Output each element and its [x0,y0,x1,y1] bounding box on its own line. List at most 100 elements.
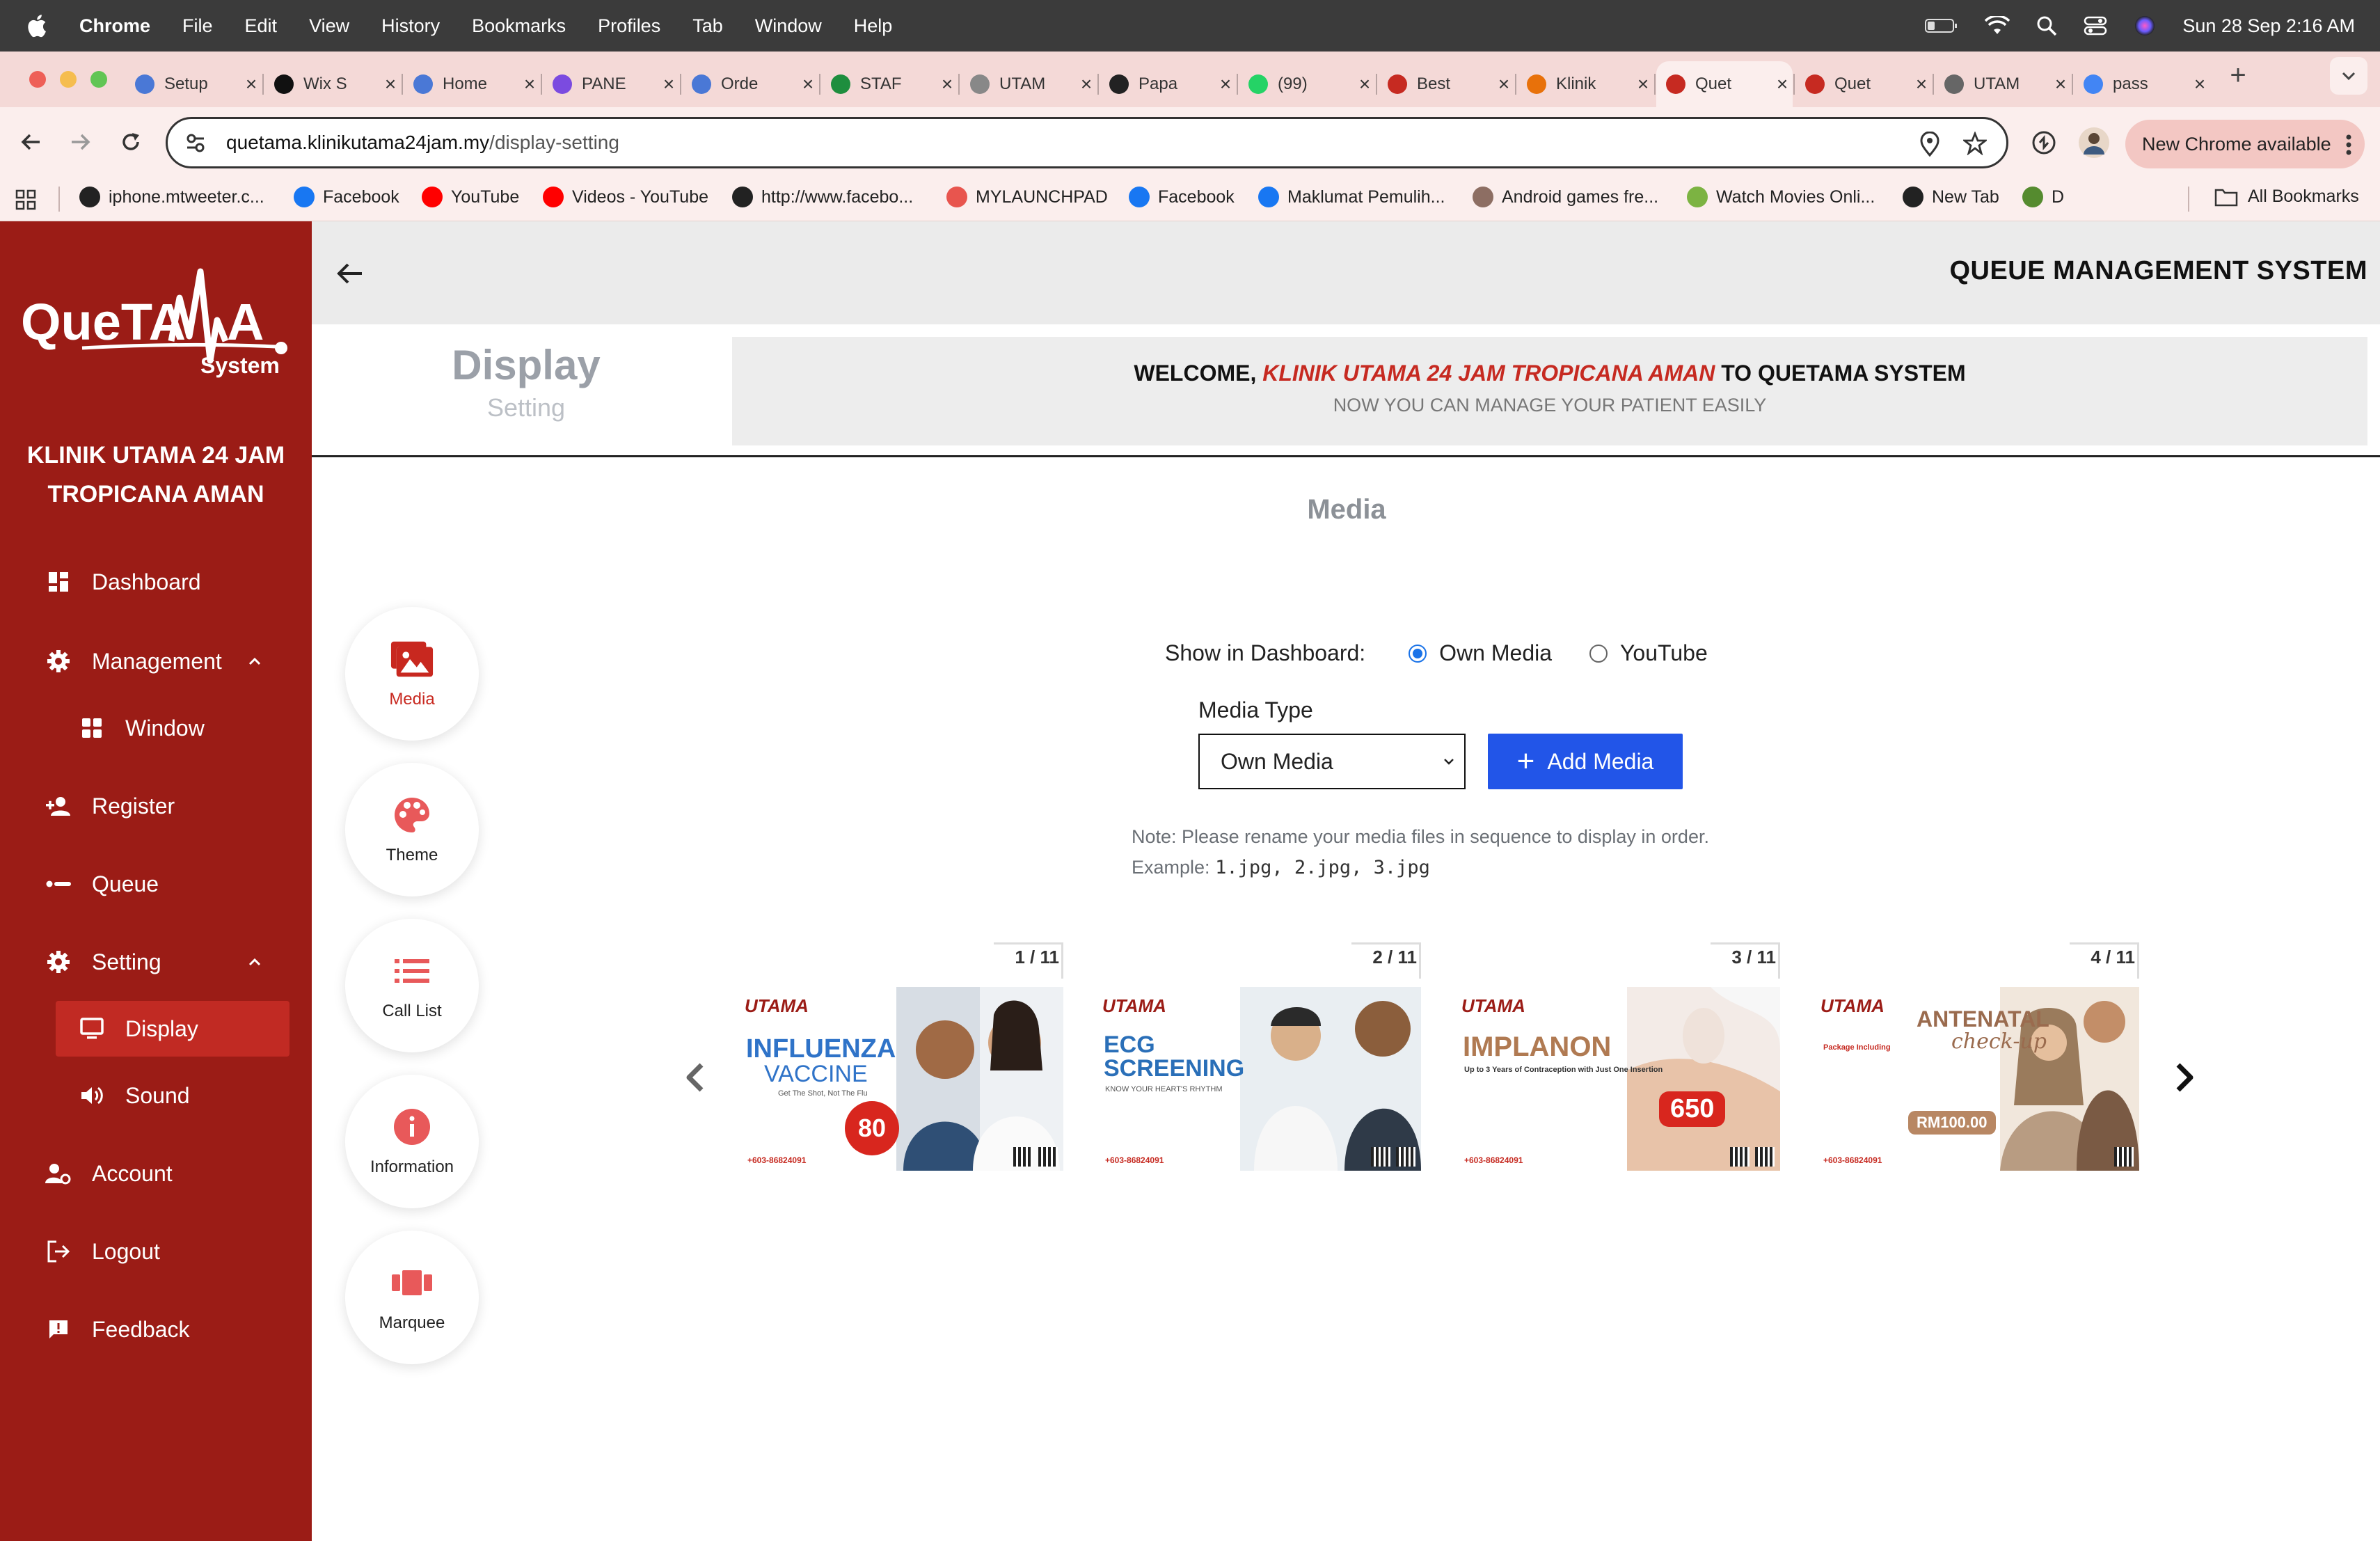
siri-icon[interactable] [2134,15,2156,37]
menu-edit[interactable]: Edit [245,15,278,37]
radio-own-media-input[interactable] [1409,644,1427,663]
media-type-select[interactable]: Own Media [1198,734,1466,789]
sidebar-item-account[interactable]: Account [0,1146,312,1201]
tab-close-icon[interactable]: × [380,73,401,95]
apps-grid-icon[interactable] [15,189,36,210]
bookmark-item[interactable]: Videos - YouTube [543,187,708,207]
apple-icon[interactable] [25,13,51,39]
tab-close-icon[interactable]: × [2050,73,2071,95]
settings-tab-call-list[interactable]: Call List [345,919,479,1052]
carousel-prev-button[interactable] [676,1058,715,1097]
menu-file[interactable]: File [182,15,213,37]
tab-close-icon[interactable]: × [241,73,262,95]
menu-help[interactable]: Help [854,15,893,37]
bookmark-item[interactable]: MYLAUNCHPAD [946,187,1108,207]
browser-tab[interactable]: Best × [1378,61,1514,107]
tab-close-icon[interactable]: × [1076,73,1097,95]
tab-close-icon[interactable]: × [1911,73,1932,95]
settings-tab-media[interactable]: Media [345,607,479,741]
menu-bookmarks[interactable]: Bookmarks [472,15,566,37]
menu-history[interactable]: History [381,15,440,37]
browser-tab[interactable]: Quet × [1795,61,1932,107]
browser-tab[interactable]: pass × [2074,61,2210,107]
all-bookmarks-button[interactable]: All Bookmarks [2214,187,2359,207]
control-center-icon[interactable] [2084,15,2107,36]
site-settings-icon[interactable] [182,129,209,157]
battery-icon[interactable] [1925,17,1958,34]
zoom-window-button[interactable] [90,71,107,88]
bookmark-item[interactable]: YouTube [422,187,519,207]
location-icon[interactable] [1919,132,1941,157]
close-window-button[interactable] [29,71,46,88]
bookmark-item[interactable]: iphone.mtweeter.c... [79,187,264,207]
browser-tab[interactable]: UTAM × [1935,61,2071,107]
browser-tab[interactable]: Quet × [1656,61,1793,107]
spotlight-search-icon[interactable] [2036,15,2057,36]
address-bar[interactable]: quetama.klinikutama24jam.my/display-sett… [166,117,2008,168]
tab-close-icon[interactable]: × [519,73,540,95]
bookmark-item[interactable]: Maklumat Pemulih... [1258,187,1445,207]
bookmark-star-icon[interactable] [1963,132,1987,155]
forward-button[interactable] [63,124,99,160]
profile-avatar[interactable] [2078,127,2110,159]
sidebar-item-register[interactable]: Register [0,778,312,834]
bookmark-item[interactable]: http://www.facebo... [732,187,913,207]
browser-tab[interactable]: Papa × [1100,61,1236,107]
sidebar-item-dashboard[interactable]: Dashboard [0,554,312,610]
browser-tab[interactable]: UTAM × [960,61,1097,107]
sidebar-item-management[interactable]: Management [0,633,312,689]
browser-tab[interactable]: Orde × [682,61,818,107]
menu-app-chrome[interactable]: Chrome [79,15,150,37]
tab-close-icon[interactable]: × [1354,73,1375,95]
arrow-left-icon[interactable] [333,256,367,291]
sidebar-item-queue[interactable]: Queue [0,856,312,912]
bookmark-item[interactable]: Facebook [1129,187,1235,207]
browser-tab[interactable]: Wix S × [264,61,401,107]
tab-close-icon[interactable]: × [1493,73,1514,95]
settings-tab-information[interactable]: Information [345,1075,479,1208]
settings-tab-theme[interactable]: Theme [345,763,479,896]
new-chrome-available-button[interactable]: New Chrome available [2125,120,2365,168]
bookmark-item[interactable]: Watch Movies Onli... [1687,187,1875,207]
browser-tab[interactable]: Setup × [125,61,262,107]
browser-tab[interactable]: Home × [404,61,540,107]
sidebar-item-feedback[interactable]: Feedback [0,1302,312,1357]
menu-tab[interactable]: Tab [692,15,723,37]
menubar-clock[interactable]: Sun 28 Sep 2:16 AM [2182,15,2355,37]
bookmark-item[interactable]: D [2022,187,2064,207]
extension-icon[interactable] [2031,129,2057,156]
tab-close-icon[interactable]: × [798,73,818,95]
sidebar-item-sound[interactable]: Sound [0,1068,312,1123]
browser-tab[interactable]: Klinik × [1517,61,1653,107]
tab-close-icon[interactable]: × [937,73,958,95]
minimize-window-button[interactable] [60,71,77,88]
carousel-next-button[interactable] [2164,1058,2203,1097]
radio-youtube[interactable]: YouTube [1589,640,1708,666]
tab-close-icon[interactable]: × [2189,73,2210,95]
sidebar-item-display[interactable]: Display [56,1001,289,1057]
sidebar-item-logout[interactable]: Logout [0,1224,312,1279]
menu-profiles[interactable]: Profiles [598,15,660,37]
tab-close-icon[interactable]: × [1215,73,1236,95]
bookmark-item[interactable]: Android games fre... [1473,187,1658,207]
radio-youtube-input[interactable] [1589,644,1608,663]
reload-button[interactable] [113,124,149,160]
add-media-button[interactable]: + Add Media [1488,734,1683,789]
tab-search-button[interactable] [2330,57,2367,95]
settings-tab-marquee[interactable]: Marquee [345,1231,479,1364]
browser-tab[interactable]: (99) × [1239,61,1375,107]
wifi-icon[interactable] [1985,16,2010,35]
tab-close-icon[interactable]: × [1772,73,1793,95]
tab-close-icon[interactable]: × [658,73,679,95]
browser-tab[interactable]: PANE × [543,61,679,107]
back-button[interactable] [13,124,49,160]
sidebar-item-window[interactable]: Window [0,700,312,756]
menu-view[interactable]: View [309,15,349,37]
sidebar-item-setting[interactable]: Setting [0,934,312,990]
browser-tab[interactable]: STAF × [821,61,958,107]
bookmark-item[interactable]: New Tab [1903,187,1999,207]
bookmark-item[interactable]: Facebook [294,187,399,207]
menu-window[interactable]: Window [755,15,822,37]
new-tab-button[interactable]: + [2220,57,2256,93]
tab-close-icon[interactable]: × [1633,73,1653,95]
